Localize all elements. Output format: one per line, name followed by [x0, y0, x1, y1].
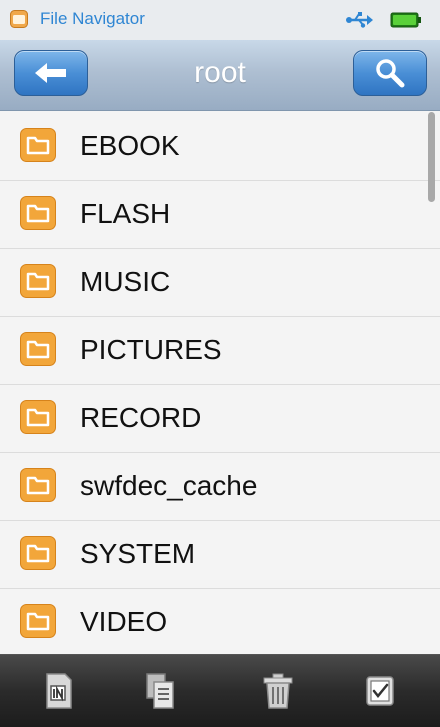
copy-icon — [146, 673, 174, 709]
folder-row-pictures[interactable]: PICTURES — [0, 316, 440, 385]
usb-icon — [346, 12, 373, 28]
folder-label: MUSIC — [80, 266, 171, 297]
folder-icon — [20, 536, 56, 570]
copy-button[interactable] — [140, 671, 180, 711]
trash-icon — [263, 673, 293, 709]
status-bar: File Navigator — [0, 0, 440, 40]
folder-label: EBOOK — [80, 130, 180, 161]
select-button[interactable] — [360, 671, 400, 711]
folder-label: PICTURES — [80, 334, 222, 365]
device-screen: File Navigator root EBOOK FLASH MUSIC PI… — [0, 0, 440, 727]
folder-icon — [20, 264, 56, 298]
file-navigator-app-icon — [10, 10, 28, 28]
folder-label: swfdec_cache — [80, 470, 258, 501]
sd-card-icon — [46, 673, 72, 709]
search-button[interactable] — [353, 50, 427, 96]
select-checkbox-icon — [366, 676, 394, 706]
folder-label: FLASH — [80, 198, 171, 229]
folder-icon — [20, 604, 56, 638]
battery-icon — [390, 12, 421, 28]
folder-row-record[interactable]: RECORD — [0, 384, 440, 453]
folder-row-system[interactable]: SYSTEM — [0, 520, 440, 589]
delete-button[interactable] — [258, 671, 298, 711]
folder-row-music[interactable]: MUSIC — [0, 248, 440, 317]
folder-icon — [20, 400, 56, 434]
folder-label: RECORD — [80, 402, 202, 433]
search-icon — [376, 59, 405, 88]
folder-row-ebook[interactable]: EBOOK — [0, 112, 440, 181]
arrow-left-icon — [35, 63, 66, 83]
folder-label: SYSTEM — [80, 538, 196, 569]
folder-icon — [20, 196, 56, 230]
folder-icon — [20, 332, 56, 366]
folder-row-flash[interactable]: FLASH — [0, 180, 440, 249]
bottom-toolbar — [0, 654, 440, 727]
folder-list: EBOOK FLASH MUSIC PICTURES RECORD swfdec… — [0, 112, 440, 652]
folder-row-swfdec-cache[interactable]: swfdec_cache — [0, 452, 440, 521]
header-bar: root — [0, 40, 440, 111]
storage-button[interactable] — [38, 671, 78, 711]
app-title: File Navigator — [40, 9, 145, 28]
folder-icon — [20, 128, 56, 162]
back-button[interactable] — [14, 50, 88, 96]
scrollbar-thumb[interactable] — [428, 112, 435, 202]
folder-row-video[interactable]: VIDEO — [0, 588, 440, 656]
folder-icon — [20, 468, 56, 502]
folder-label: VIDEO — [80, 606, 168, 637]
